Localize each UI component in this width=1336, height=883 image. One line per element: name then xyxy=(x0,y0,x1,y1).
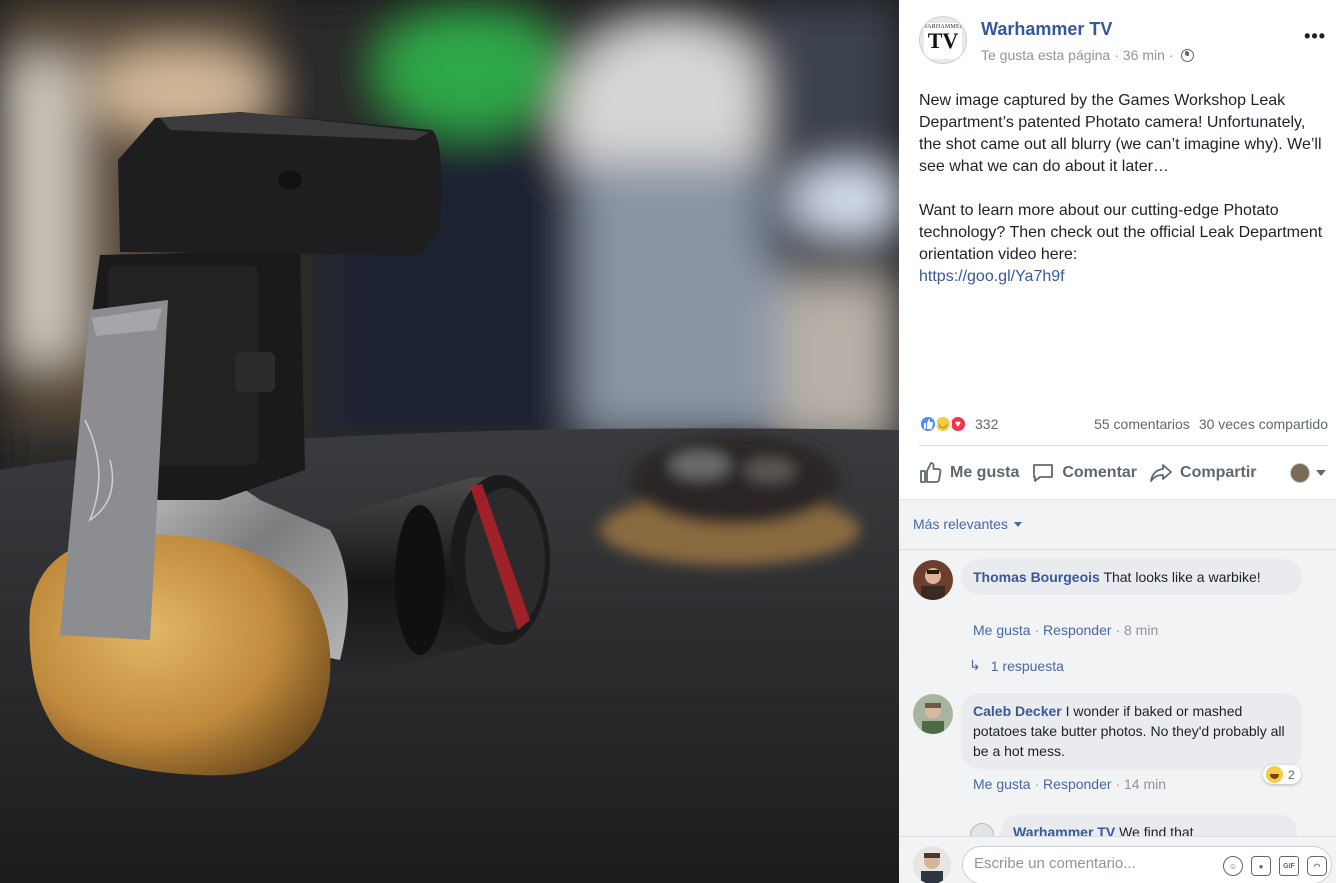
post-photo-image xyxy=(0,0,899,883)
dot-separator: · xyxy=(1034,776,1040,792)
dot-separator: · xyxy=(1115,622,1121,638)
post-link[interactable]: https://goo.gl/Ya7h9f xyxy=(919,268,1065,285)
post-paragraph-text: Want to learn more about our cutting-edg… xyxy=(919,202,1323,263)
page-name-link[interactable]: Warhammer TV xyxy=(981,19,1112,40)
comment-author[interactable]: Caleb Decker xyxy=(973,703,1062,719)
post-header: WARHAMMER TV Warhammer TV Te gusta esta … xyxy=(919,16,1326,68)
dot-separator: · xyxy=(1115,776,1121,792)
share-label: Compartir xyxy=(1180,464,1257,481)
comment-author[interactable]: Thomas Bourgeois xyxy=(973,569,1100,585)
reactions-count[interactable]: 332 xyxy=(975,416,998,432)
comment-bubble: Caleb Decker I wonder if baked or mashed… xyxy=(961,693,1302,769)
page-avatar-monogram: TV xyxy=(927,28,959,53)
comment-like-link[interactable]: Me gusta xyxy=(973,776,1031,792)
like-reaction-icon[interactable] xyxy=(919,415,937,433)
meta-separator: · xyxy=(1114,47,1119,63)
page-avatar[interactable]: WARHAMMER TV xyxy=(919,16,967,64)
share-icon xyxy=(1150,464,1172,482)
current-user-avatar xyxy=(1290,463,1310,483)
stats-right: 55 comentarios 30 veces compartido xyxy=(1094,416,1328,432)
divider xyxy=(899,549,1336,550)
post-stats: ◡ ♥ 332 55 comentarios 30 veces comparti… xyxy=(919,413,1328,435)
like-label: Me gusta xyxy=(950,464,1020,481)
comment-reply-link[interactable]: Responder xyxy=(1043,622,1112,638)
gif-icon[interactable]: GIF xyxy=(1279,856,1299,876)
comment-icon xyxy=(1033,464,1054,482)
comment-bubble: Thomas Bourgeois That looks like a warbi… xyxy=(961,559,1302,595)
comments-sort-dropdown[interactable]: Más relevantes xyxy=(913,516,1022,532)
comment-label: Comentar xyxy=(1062,464,1138,481)
comment-time[interactable]: 8 min xyxy=(1124,622,1158,638)
comments-count[interactable]: 55 comentarios xyxy=(1094,416,1190,432)
comment-input-box[interactable]: ☺ ● GIF ◠ xyxy=(962,846,1332,883)
camera-icon[interactable]: ● xyxy=(1251,856,1271,876)
commenter-avatar[interactable] xyxy=(913,694,953,734)
more-options-icon[interactable]: ••• xyxy=(1304,26,1326,47)
divider xyxy=(919,445,1328,446)
post-text: New image captured by the Games Workshop… xyxy=(919,90,1329,310)
post-detail-panel: WARHAMMER TV Warhammer TV Te gusta esta … xyxy=(899,0,1336,883)
comment-reaction-count: 2 xyxy=(1288,767,1295,782)
dot-separator: · xyxy=(1034,622,1040,638)
thumbs-up-icon xyxy=(920,462,942,483)
post-paragraph: Want to learn more about our cutting-edg… xyxy=(919,200,1329,288)
globe-icon[interactable] xyxy=(1180,48,1194,62)
identity-selector[interactable] xyxy=(1290,463,1326,483)
comment-reply-link[interactable]: Responder xyxy=(1043,776,1112,792)
comment-actions: Me gusta · Responder · 8 min xyxy=(973,622,1158,638)
page-liked-status[interactable]: Te gusta esta página xyxy=(981,47,1110,63)
post-photo[interactable] xyxy=(0,0,899,883)
meta-separator: · xyxy=(1168,47,1174,63)
emoji-icon[interactable]: ☺ xyxy=(1223,856,1243,876)
comment-button[interactable]: Comentar xyxy=(1031,461,1137,485)
comment-composer: ☺ ● GIF ◠ xyxy=(899,836,1336,883)
post-paragraph: New image captured by the Games Workshop… xyxy=(919,92,1322,175)
comment-text: That looks like a warbike! xyxy=(1103,569,1261,585)
shares-count[interactable]: 30 veces compartido xyxy=(1199,416,1328,432)
like-button[interactable]: Me gusta xyxy=(919,461,1019,485)
replies-count: 1 respuesta xyxy=(990,657,1064,674)
haha-reaction-icon xyxy=(1266,766,1283,783)
comment-actions: Me gusta · Responder · 14 min xyxy=(973,776,1166,792)
view-replies-link[interactable]: ↳ 1 respuesta xyxy=(969,657,1064,674)
post-timestamp[interactable]: 36 min xyxy=(1123,47,1165,63)
composer-tools: ☺ ● GIF ◠ xyxy=(1223,856,1327,876)
commenter-avatar[interactable] xyxy=(913,560,953,600)
share-button[interactable]: Compartir xyxy=(1149,461,1256,485)
comment-time[interactable]: 14 min xyxy=(1124,776,1166,792)
chevron-down-icon xyxy=(1013,521,1022,527)
comments-sort-label: Más relevantes xyxy=(913,516,1008,532)
comment-like-link[interactable]: Me gusta xyxy=(973,622,1031,638)
comment-reaction-badge[interactable]: 2 xyxy=(1263,765,1301,784)
sticker-icon[interactable]: ◠ xyxy=(1307,856,1327,876)
comments-section: Más relevantes Thomas Bourgeois That loo… xyxy=(899,499,1336,850)
reply-arrow-icon: ↳ xyxy=(969,657,981,673)
post-meta: Te gusta esta página · 36 min · xyxy=(981,47,1194,63)
post-actions: Me gusta Comentar Compartir xyxy=(919,455,1326,491)
current-user-avatar[interactable] xyxy=(913,846,951,883)
chevron-down-icon xyxy=(1316,470,1326,476)
comment-input[interactable] xyxy=(974,855,1204,872)
